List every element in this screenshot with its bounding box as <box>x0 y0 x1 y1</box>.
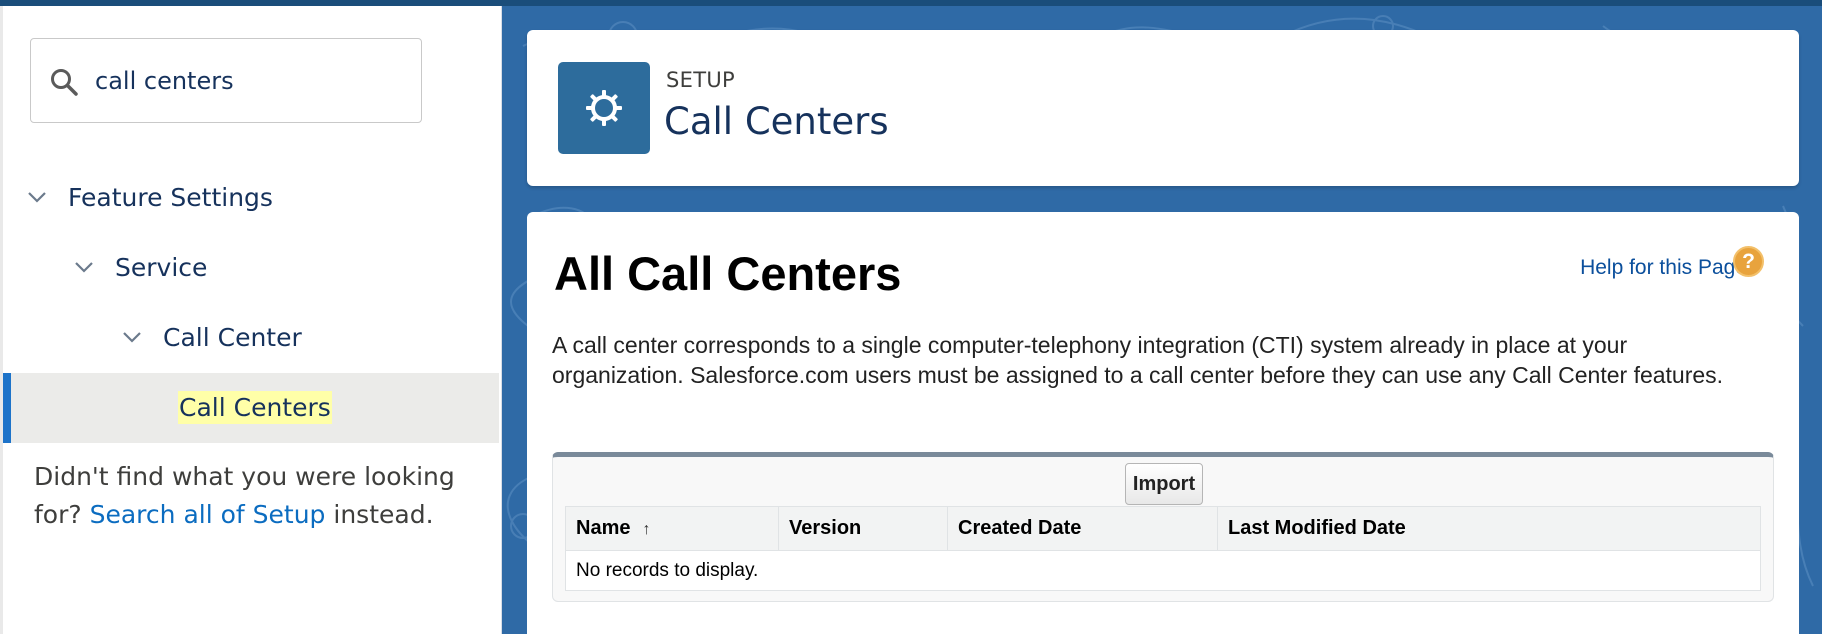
page-description: A call center corresponds to a single co… <box>552 332 1724 388</box>
column-header-version[interactable]: Version <box>778 506 948 551</box>
tree-item-service[interactable]: Service <box>73 232 207 302</box>
tree-item-call-center[interactable]: Call Center <box>121 302 302 372</box>
tree-item-label: Call Center <box>163 322 302 352</box>
gear-icon <box>586 90 622 126</box>
column-label: Name <box>576 517 631 539</box>
column-header-name[interactable]: Name ↑ <box>565 506 779 551</box>
selected-indicator <box>3 373 11 443</box>
empty-message: No records to display. <box>565 550 1761 591</box>
column-header-last-modified-date[interactable]: Last Modified Date <box>1217 506 1761 551</box>
setup-sidebar: Feature Settings Service Call Center Cal… <box>0 6 502 634</box>
column-label: Created Date <box>958 517 1082 539</box>
table-row: No records to display. <box>565 550 1761 591</box>
records-table: Name ↑ Version Created Date Last Modified… <box>565 506 1761 591</box>
chevron-down-icon[interactable] <box>73 256 95 278</box>
search-icon <box>51 69 78 96</box>
page-header: SETUP Call Centers <box>527 30 1799 186</box>
call-centers-list: Import Name ↑ Version Created Date Last M… <box>552 452 1774 602</box>
quick-find-box[interactable] <box>30 38 422 123</box>
sort-ascending-icon: ↑ <box>642 521 651 538</box>
page-title: Call Centers <box>664 100 889 143</box>
help-link[interactable]: Help for this Page <box>1580 256 1747 280</box>
chevron-down-icon[interactable] <box>26 186 48 208</box>
section-title: All Call Centers <box>554 247 902 300</box>
tree-item-feature-settings[interactable]: Feature Settings <box>26 162 273 232</box>
column-label: Version <box>789 517 862 539</box>
column-header-created-date[interactable]: Created Date <box>947 506 1218 551</box>
page-eyebrow: SETUP <box>666 68 735 92</box>
help-icon[interactable]: ? <box>1733 246 1764 277</box>
table-header-row: Name ↑ Version Created Date Last Modified… <box>565 506 1761 551</box>
tree-item-label: Call Centers <box>178 391 332 424</box>
tree-item-label: Service <box>115 252 208 282</box>
setup-icon-tile <box>558 62 650 154</box>
quick-find-input[interactable] <box>95 59 395 103</box>
tree-item-label: Feature Settings <box>68 182 273 212</box>
content-panel: All Call Centers Help for this Page ? A … <box>527 212 1799 634</box>
column-label: Last Modified Date <box>1228 517 1406 539</box>
not-found-suffix: instead. <box>333 500 434 529</box>
tree-item-call-centers-selected[interactable]: Call Centers <box>3 373 499 443</box>
search-all-setup-link[interactable]: Search all of Setup <box>90 500 326 529</box>
sidebar-edge <box>0 6 3 634</box>
chevron-down-icon[interactable] <box>121 326 143 348</box>
import-button[interactable]: Import <box>1125 463 1203 505</box>
not-found-message: Didn't find what you were looking for? S… <box>34 458 464 534</box>
